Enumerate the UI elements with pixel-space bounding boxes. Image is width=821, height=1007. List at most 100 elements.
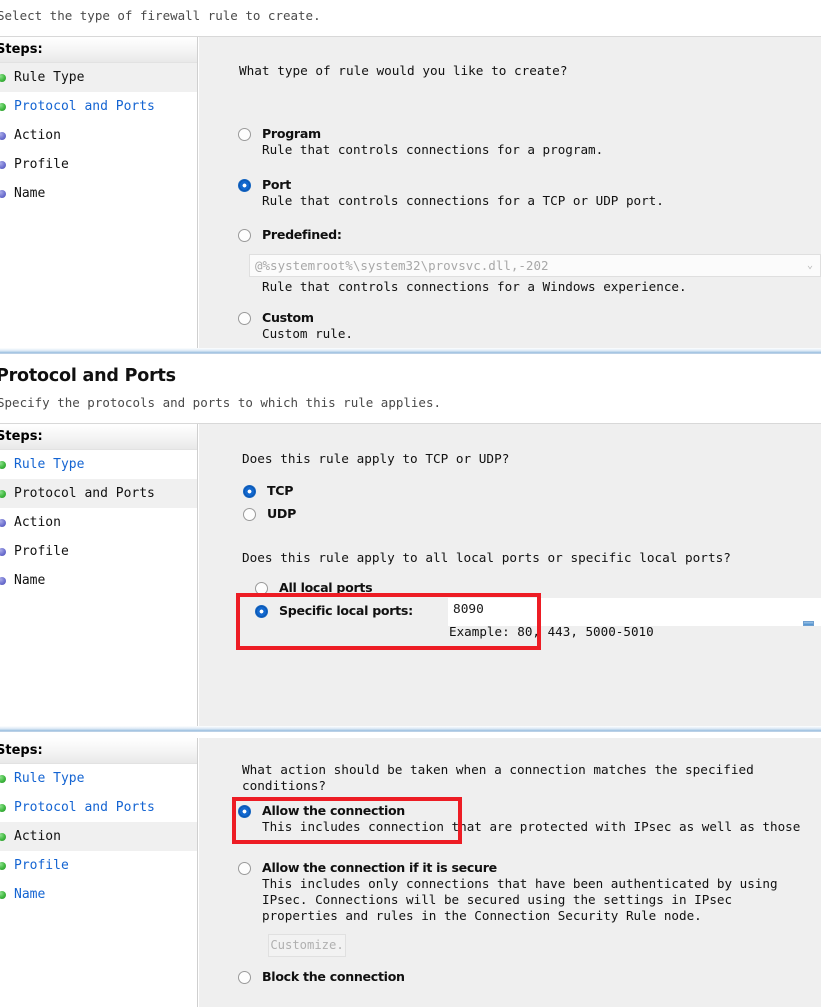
step-bullet-icon [0,862,6,870]
panel2-subtitle: Specify the protocols and ports to which… [0,395,442,410]
sidebar-item-label: Rule Type [14,771,85,786]
radio-option-label: TCP [267,483,294,498]
sidebar-item-name[interactable]: Name [0,880,197,909]
sidebar-item-label: Action [14,128,61,143]
sidebar-item-action[interactable]: Action [0,121,197,150]
radio-option-predefined[interactable]: Predefined: [238,227,798,242]
sidebar-item-label: Name [14,573,46,588]
radio-option-block-the-connection[interactable]: Block the connection [238,969,808,984]
sidebar-item-profile[interactable]: Profile [0,537,197,566]
sidebar-item-label: Rule Type [14,70,85,85]
radio-option-label: Predefined: [262,227,342,242]
radio-option-description: Custom rule. [262,326,353,341]
radio-option-description: Rule that controls connections for a pro… [262,142,604,157]
sidebar-item-action[interactable]: Action [0,822,197,851]
panel1-subtitle: Select the type of firewall rule to crea… [0,8,321,23]
radio-option-allow-if-secure[interactable]: Allow the connection if it is secure Thi… [238,860,808,924]
radio-option-description: Rule that controls connections for a TCP… [262,193,664,208]
step-bullet-icon [0,461,6,469]
radio-option-label: UDP [267,506,297,521]
sidebar-item-label: Action [14,829,61,844]
firewall-wizard-screenshot: Select the type of firewall rule to crea… [0,0,821,1007]
sidebar-item-label: Profile [14,157,69,172]
panel2-body: Steps: Rule Type Protocol and Ports Acti… [0,424,821,726]
sidebar-item-name[interactable]: Name [0,566,197,595]
ports-question: Does this rule apply to all local ports … [242,550,731,565]
panel1-body: Steps: Rule Type Protocol and Ports Acti… [0,37,821,352]
page-title: Protocol and Ports [0,366,176,386]
radio-icon[interactable] [238,971,251,984]
radio-option-tcp[interactable]: TCP [243,483,293,498]
radio-icon[interactable] [243,508,256,521]
sidebar-item-label: Profile [14,858,69,873]
panel2-steps-column: Steps: Rule Type Protocol and Ports Acti… [0,424,198,726]
predefined-combobox-value: @%systemroot%\system32\provsvc.dll,-202 [255,258,549,273]
radio-option-label: Custom [262,310,314,325]
sidebar-item-profile[interactable]: Profile [0,150,197,179]
panel1-content: What type of rule would you like to crea… [199,37,821,352]
sidebar-item-protocol-and-ports[interactable]: Protocol and Ports [0,479,197,508]
customize-button[interactable]: Customize. [268,934,346,957]
radio-icon[interactable] [243,485,256,498]
sidebar-item-label: Profile [14,544,69,559]
radio-icon[interactable] [238,128,251,141]
panel2-content: Does this rule apply to TCP or UDP? TCP … [199,424,821,726]
sidebar-item-protocol-and-ports[interactable]: Protocol and Ports [0,92,197,121]
step-bullet-icon [0,190,6,198]
step-bullet-icon [0,833,6,841]
highlight-box-allow-the-connection [232,797,462,844]
sidebar-item-name[interactable]: Name [0,179,197,208]
input-scroll-indicator[interactable] [803,621,814,626]
step-bullet-icon [0,775,6,783]
panel-protocol-and-ports: Protocol and Ports Specify the protocols… [0,360,821,732]
panel3-body: Steps: Rule Type Protocol and Ports Acti… [0,738,821,1007]
sidebar-item-protocol-and-ports[interactable]: Protocol and Ports [0,793,197,822]
radio-icon[interactable] [238,862,251,875]
sidebar-item-label: Protocol and Ports [14,800,155,815]
panel2-steps-header: Steps: [0,424,197,450]
step-bullet-icon [0,74,6,82]
radio-option-description: This includes only connections that have… [262,876,778,923]
radio-option-port[interactable]: Port Rule that controls connections for … [238,177,758,209]
step-bullet-icon [0,161,6,169]
panel2-header: Protocol and Ports Specify the protocols… [0,360,821,423]
predefined-description: Rule that controls connections for a Win… [262,279,687,294]
predefined-combobox[interactable]: @%systemroot%\system32\provsvc.dll,-202 … [249,254,821,277]
radio-option-label: Block the connection [262,969,405,984]
step-bullet-icon [0,519,6,527]
sidebar-item-label: Protocol and Ports [14,99,155,114]
protocol-question: Does this rule apply to TCP or UDP? [242,451,510,466]
sidebar-item-profile[interactable]: Profile [0,851,197,880]
panel-action: Steps: Rule Type Protocol and Ports Acti… [0,738,821,1007]
sidebar-item-label: Protocol and Ports [14,486,155,501]
radio-icon[interactable] [238,312,251,325]
radio-icon[interactable] [238,229,251,242]
customize-button-label: Customize. [270,938,344,952]
chevron-down-icon[interactable]: ⌄ [807,255,813,277]
sidebar-item-rule-type[interactable]: Rule Type [0,63,197,92]
radio-option-udp[interactable]: UDP [243,506,296,521]
sidebar-item-label: Action [14,515,61,530]
radio-icon[interactable] [238,179,251,192]
radio-option-custom[interactable]: Custom Custom rule. [238,310,758,342]
step-bullet-icon [0,891,6,899]
panel1-steps-column: Steps: Rule Type Protocol and Ports Acti… [0,37,198,352]
highlight-box-specific-local-ports [236,593,541,650]
panel3-steps-header: Steps: [0,738,197,764]
step-bullet-icon [0,132,6,140]
sidebar-item-rule-type[interactable]: Rule Type [0,764,197,793]
step-bullet-icon [0,490,6,498]
panel3-content: What action should be taken when a conne… [199,738,821,1007]
rule-type-question: What type of rule would you like to crea… [239,63,568,78]
radio-option-label: Program [262,126,321,141]
sidebar-item-label: Name [14,186,46,201]
sidebar-item-label: Name [14,887,46,902]
panel1-steps-header: Steps: [0,37,197,63]
radio-option-program[interactable]: Program Rule that controls connections f… [238,126,758,158]
sidebar-item-rule-type[interactable]: Rule Type [0,450,197,479]
step-bullet-icon [0,577,6,585]
sidebar-item-action[interactable]: Action [0,508,197,537]
step-bullet-icon [0,548,6,556]
panel1-header: Select the type of firewall rule to crea… [0,0,821,36]
sidebar-item-label: Rule Type [14,457,85,472]
